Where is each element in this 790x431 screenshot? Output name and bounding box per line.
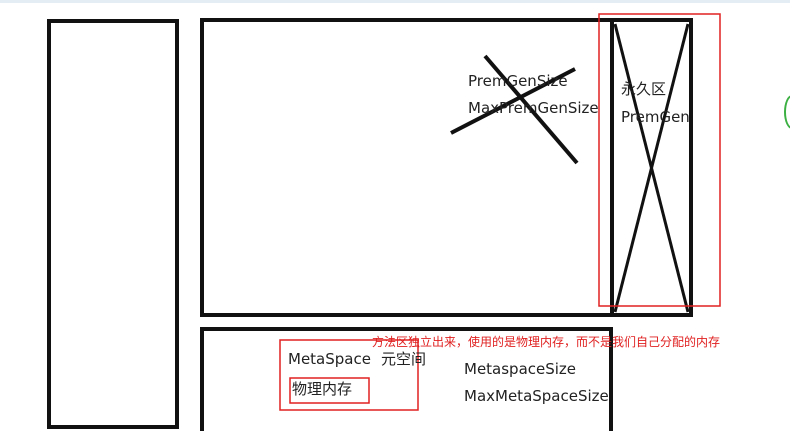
- physical-memory-label: 物理内存: [292, 380, 353, 398]
- annotation-note: 方法区独立出来，使用的是物理内存，而不是我们自己分配的内存: [372, 335, 721, 349]
- metaspace-size-label: MetaspaceSize: [464, 360, 577, 378]
- permgen-cn-label: 永久区: [621, 80, 667, 98]
- jvm-memory-diagram: PremGenSize MaxPremGenSize 永久区 PremGen M…: [0, 0, 790, 431]
- permgen-en-label: PremGen: [621, 108, 690, 126]
- max-permgen-size-label: MaxPremGenSize: [468, 99, 599, 117]
- left-memory-block: [47, 19, 179, 429]
- heap-block: [200, 18, 693, 317]
- metaspace-cn-label: 元空间: [381, 350, 427, 368]
- max-metaspace-size-label: MaxMetaSpaceSize: [464, 387, 609, 405]
- metaspace-label: MetaSpace: [288, 350, 371, 368]
- permgen-size-label: PremGenSize: [468, 72, 568, 90]
- permgen-highlight: [598, 13, 721, 307]
